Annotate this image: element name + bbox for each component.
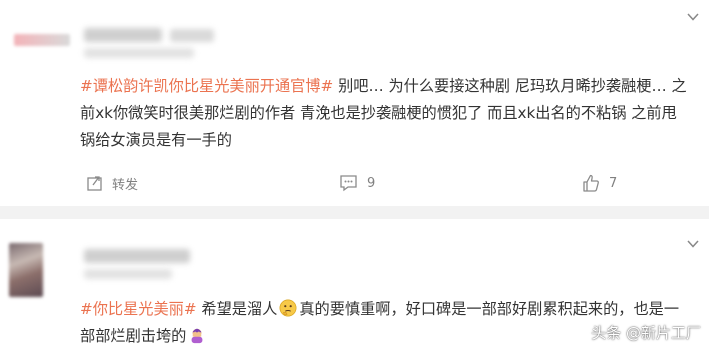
username-blurred[interactable] xyxy=(84,249,190,263)
hashtag-link[interactable]: #谭松韵许凯你比星光美丽开通官博# xyxy=(80,77,333,95)
section-divider xyxy=(0,206,709,219)
username-blurred-extra xyxy=(170,29,214,42)
avatar[interactable] xyxy=(9,243,43,297)
like-count: 7 xyxy=(609,175,618,191)
username-blurred[interactable] xyxy=(84,28,162,42)
timestamp-blurred xyxy=(84,269,172,279)
avatar[interactable] xyxy=(14,34,70,46)
repost-label: 转发 xyxy=(112,177,139,193)
comment-card-1: #谭松韵许凯你比星光美丽开通官博# 别吧… 为什么要接这种剧 尼玛玖月晞抄袭融梗… xyxy=(0,0,709,206)
chevron-down-icon[interactable] xyxy=(686,10,700,24)
comment-button[interactable]: 9 xyxy=(339,173,375,193)
like-button[interactable]: 7 xyxy=(581,173,617,193)
comment-icon xyxy=(340,175,357,192)
comment-count: 9 xyxy=(367,175,376,191)
like-icon xyxy=(583,174,599,192)
chevron-down-icon[interactable] xyxy=(686,237,700,251)
timestamp-blurred xyxy=(84,48,194,58)
toutiao-logo xyxy=(570,323,588,342)
watermark-text: 头条 @新片工厂 xyxy=(591,324,701,342)
hashtag-link[interactable]: #你比星光美丽# xyxy=(80,300,197,318)
repost-icon xyxy=(87,176,102,191)
comment-body-start: 希望是溜人 xyxy=(196,300,278,318)
repost-button[interactable]: 转发 xyxy=(86,173,138,193)
facepalm-emoji xyxy=(191,328,203,344)
watermark: 头条 @新片工厂 xyxy=(570,322,701,343)
comment-text: #谭松韵许凯你比星光美丽开通官博# 别吧… 为什么要接这种剧 尼玛玖月晞抄袭融梗… xyxy=(80,73,689,154)
thinking-face-emoji xyxy=(279,299,297,317)
